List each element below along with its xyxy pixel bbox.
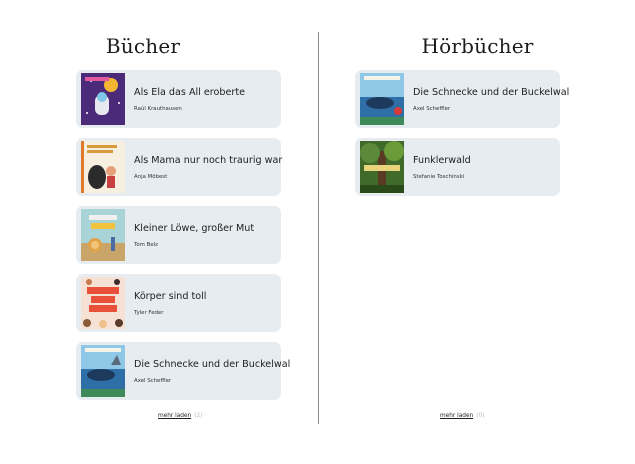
book-card[interactable]: Als Mama nur noch traurig war Anja Möbes… <box>76 138 283 196</box>
book-author: Tyler Feder <box>134 310 164 316</box>
audiobook-title: Funklerwald <box>413 155 471 166</box>
audiobook-author: Stefanie Toschinski <box>413 174 465 180</box>
body-cover-image <box>81 277 125 329</box>
audiobooks-load-more: mehr laden (0) <box>440 413 484 419</box>
load-more-link[interactable]: mehr laden <box>440 413 473 419</box>
book-author: Anja Möbest <box>134 174 168 180</box>
audiobooks-remaining-count: (0) <box>476 413 485 419</box>
book-author: Tom Belz <box>134 242 158 248</box>
book-card[interactable]: Als Ela das All eroberte Raúl Krauthause… <box>76 70 281 128</box>
books-load-more: mehr laden (2) <box>158 413 202 419</box>
book-title: Körper sind toll <box>134 291 207 302</box>
book-title: Als Mama nur noch traurig war <box>134 155 283 166</box>
column-divider <box>318 32 319 424</box>
audiobook-title: Die Schnecke und der Buckelwal <box>413 87 570 98</box>
space-cover-image <box>81 73 125 125</box>
book-title: Als Ela das All eroberte <box>134 87 245 98</box>
book-author: Axel Scheffler <box>134 378 172 384</box>
audiobook-card[interactable]: Funklerwald Stefanie Toschinski <box>355 138 560 196</box>
audiobooks-heading: Hörbücher <box>421 34 534 58</box>
whale-cover-image <box>81 345 125 397</box>
books-remaining-count: (2) <box>194 413 203 419</box>
mama-cover-image <box>81 141 125 193</box>
audiobook-author: Axel Scheffler <box>413 106 451 112</box>
audiobook-card[interactable]: Die Schnecke und der Buckelwal Axel Sche… <box>355 70 569 128</box>
book-card[interactable]: Kleiner Löwe, großer Mut Tom Belz <box>76 206 281 264</box>
book-card[interactable]: Die Schnecke und der Buckelwal Axel Sche… <box>76 342 290 400</box>
forest-cover-image <box>360 141 404 193</box>
book-title: Die Schnecke und der Buckelwal <box>134 359 291 370</box>
lion-cover-image <box>81 209 125 261</box>
book-card[interactable]: Körper sind toll Tyler Feder <box>76 274 281 332</box>
load-more-link[interactable]: mehr laden <box>158 413 191 419</box>
whale-cover-image <box>360 73 404 125</box>
books-heading: Bücher <box>105 34 181 58</box>
book-title: Kleiner Löwe, großer Mut <box>134 223 255 234</box>
book-author: Raúl Krauthausen <box>134 106 182 112</box>
